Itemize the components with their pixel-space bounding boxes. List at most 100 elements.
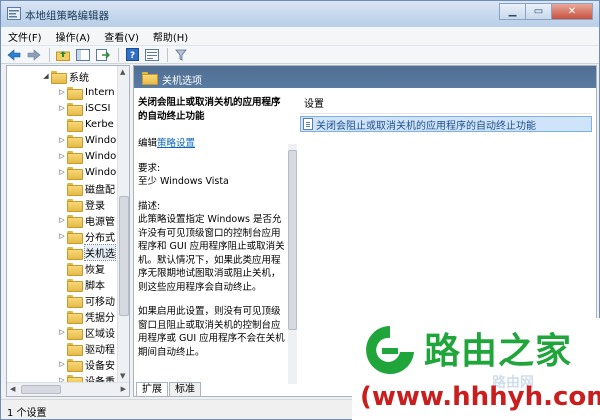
folder-icon: [67, 230, 83, 244]
watermark: 路由之家 路由网 (www.hhhyh.com): [352, 318, 600, 420]
export-list-button[interactable]: [94, 47, 112, 63]
folder-icon: [67, 326, 83, 340]
scroll-up-icon[interactable]: ▲: [120, 68, 125, 76]
tree-item[interactable]: ▷ 电源管: [57, 212, 115, 228]
folder-icon: [67, 262, 83, 276]
tree-item[interactable]: ▷ Windo: [57, 164, 116, 180]
tree-item-label: Windo: [85, 166, 117, 178]
scroll-down-icon[interactable]: ▼: [120, 372, 125, 380]
scroll-right-icon[interactable]: ▶: [121, 385, 126, 393]
window-controls: ▁ ▭ ✕: [499, 3, 593, 20]
show-hide-tree-button[interactable]: [74, 47, 92, 63]
folder-icon: [67, 294, 83, 308]
scroll-thumb[interactable]: [288, 150, 297, 330]
folder-icon: [142, 72, 158, 85]
policy-setting-icon: [303, 118, 313, 130]
view-tabs: 扩展 标准: [136, 382, 202, 396]
description-label: 描述:: [138, 200, 161, 212]
tree-item[interactable]: 磁盘配: [57, 180, 115, 196]
watermark-title: 路由之家: [424, 331, 573, 372]
expand-arrow-icon[interactable]: ▷: [57, 136, 67, 144]
tree-item-label: iSCSI: [85, 102, 111, 114]
folder-icon: [67, 102, 83, 116]
tab-extended[interactable]: 扩展: [136, 382, 168, 396]
description-text-2: 如果启用此设置，则没有可见顶级窗口且阻止或取消关机的控制台应用程序或 GUI 应…: [138, 306, 285, 358]
folder-icon: [67, 134, 83, 148]
tree-item-label: 电源管: [85, 216, 115, 228]
list-item[interactable]: 关闭会阻止或取消关机的应用程序的自动终止功能: [300, 116, 592, 132]
maximize-button[interactable]: ▭: [525, 3, 551, 20]
expand-arrow-icon[interactable]: ▷: [57, 168, 67, 176]
tree-item[interactable]: 恢复: [57, 260, 105, 276]
description-text: 此策略设置指定 Windows 是否允许没有可见顶级窗口的控制台应用程序和 GU…: [138, 214, 285, 293]
help-icon: ?: [125, 48, 139, 61]
tree-item[interactable]: ▷ Windo: [57, 148, 116, 164]
tree-item-label: Windo: [85, 134, 117, 146]
menu-file[interactable]: 文件(F): [1, 29, 49, 44]
edit-policy-link[interactable]: 策略设置: [157, 138, 195, 149]
menu-view[interactable]: 查看(V): [97, 29, 146, 44]
scroll-thumb[interactable]: [21, 385, 61, 394]
tree-item[interactable]: 可移动: [57, 292, 115, 308]
filter-icon: [175, 49, 187, 61]
folder-icon: [67, 246, 83, 260]
tree-item-label: 设备安: [85, 360, 115, 372]
details-header: 关机选项: [134, 66, 596, 88]
tree-item[interactable]: ▷ iSCSI: [57, 100, 110, 116]
description-block-2: 如果启用此设置，则没有可见顶级窗口且阻止或取消关机的控制台应用程序或 GUI 应…: [138, 305, 286, 359]
forward-button[interactable]: [25, 47, 43, 63]
tree-item[interactable]: ▷ 分布式: [57, 228, 115, 244]
tree-item[interactable]: 登录: [57, 196, 105, 212]
tree-item-label: Windo: [85, 150, 117, 162]
column-header-setting[interactable]: 设置: [300, 96, 592, 114]
window-title: 本地组策略编辑器: [25, 10, 109, 22]
tree-item-selected[interactable]: 关机选: [57, 243, 116, 261]
menu-help[interactable]: 帮助(H): [146, 29, 195, 44]
help-button[interactable]: ?: [123, 47, 141, 63]
tab-standard[interactable]: 标准: [169, 382, 201, 396]
details-header-title: 关机选项: [162, 76, 202, 87]
scroll-thumb[interactable]: [119, 196, 129, 316]
tree-item-label: 恢复: [85, 264, 105, 276]
tree-item[interactable]: 脚本: [57, 276, 105, 292]
properties-icon: [145, 48, 159, 61]
expand-arrow-icon[interactable]: ▷: [57, 216, 67, 224]
folder-icon: [51, 70, 67, 84]
tree-item[interactable]: ▷ Intern: [57, 84, 115, 100]
folder-icon: [67, 166, 83, 180]
folder-icon: [67, 342, 83, 356]
tree-item[interactable]: ▷ Windo: [57, 132, 116, 148]
tree-item[interactable]: 凭据分: [57, 308, 115, 324]
menu-bar: 文件(F) 操作(A) 查看(V) 帮助(H): [1, 27, 599, 46]
expand-arrow-icon[interactable]: ◢: [41, 72, 51, 80]
close-button[interactable]: ✕: [551, 3, 593, 20]
tree-horizontal-scrollbar[interactable]: ◀ ▶: [7, 382, 129, 396]
console-tree-icon: [76, 48, 90, 61]
properties-button[interactable]: [143, 47, 161, 63]
list-item-label: 关闭会阻止或取消关机的应用程序的自动终止功能: [316, 120, 536, 132]
menu-action[interactable]: 操作(A): [49, 29, 98, 44]
requirements-block: 要求: 至少 Windows Vista: [138, 162, 286, 189]
tree-item[interactable]: 驱动程: [57, 340, 115, 356]
expand-arrow-icon[interactable]: ▷: [57, 152, 67, 160]
folder-icon: [67, 310, 83, 324]
minimize-button[interactable]: ▁: [499, 3, 525, 20]
folder-icon: [67, 214, 83, 228]
export-icon: [96, 48, 110, 61]
filter-button[interactable]: [172, 47, 190, 63]
description-scrollbar[interactable]: [288, 144, 297, 384]
expand-arrow-icon[interactable]: ▷: [57, 328, 67, 336]
tree-vertical-scrollbar[interactable]: ▲ ▼: [117, 66, 129, 382]
tree-item[interactable]: ◢ 系统: [41, 68, 89, 84]
tree-item[interactable]: ▷ 区域设: [57, 324, 115, 340]
expand-arrow-icon[interactable]: ▷: [57, 232, 67, 240]
scroll-left-icon[interactable]: ◀: [10, 385, 15, 393]
up-folder-button[interactable]: [54, 47, 72, 63]
expand-arrow-icon[interactable]: ▷: [57, 88, 67, 96]
expand-arrow-icon[interactable]: ▷: [57, 104, 67, 112]
expand-arrow-icon[interactable]: ▷: [57, 360, 67, 368]
toolbar-separator: [118, 47, 119, 62]
tree-item[interactable]: Kerbe: [57, 116, 114, 132]
tree-item[interactable]: ▷ 设备安: [57, 356, 115, 372]
back-button[interactable]: [5, 47, 23, 63]
